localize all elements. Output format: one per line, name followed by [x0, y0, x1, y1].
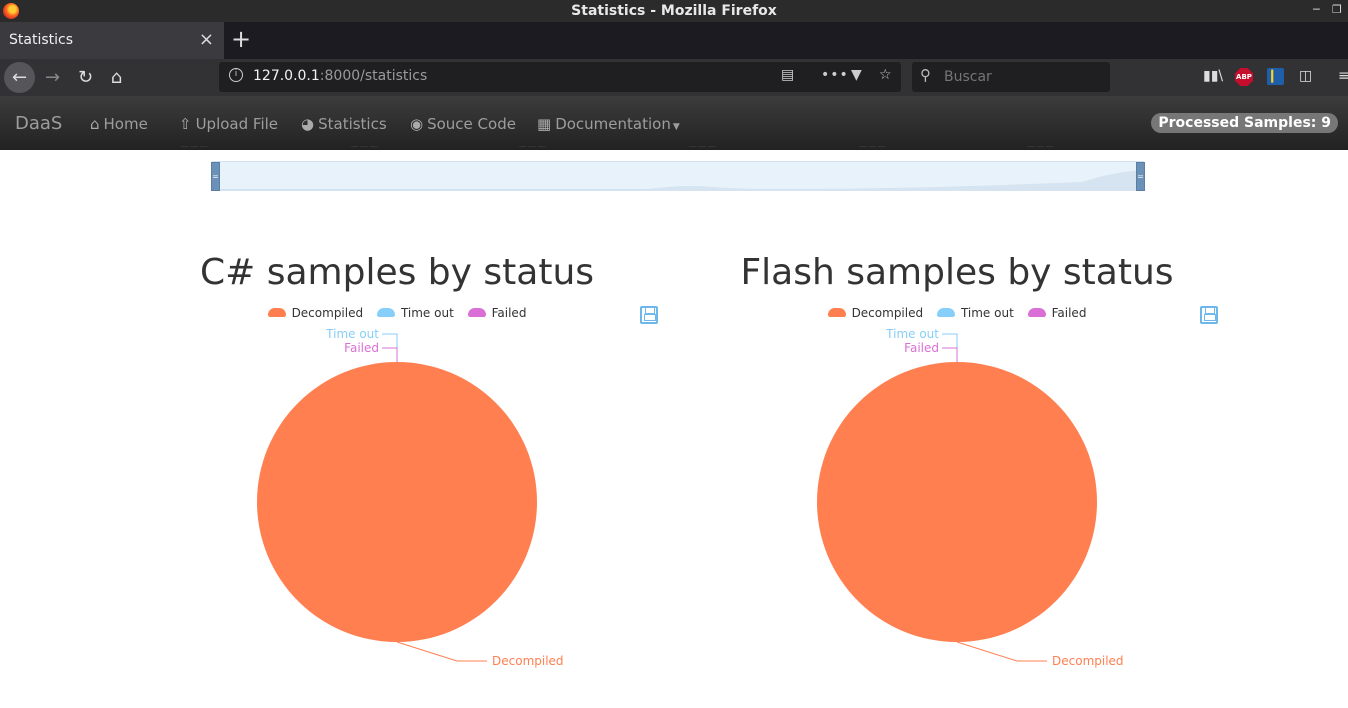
pie-label-failed: Failed [904, 341, 939, 355]
save-image-icon[interactable] [1200, 306, 1218, 324]
book-icon: ▦ [537, 115, 552, 133]
pie-label-decompiled: Decompiled [1052, 654, 1124, 668]
nav-home[interactable]: ⌂ Home [90, 115, 148, 133]
back-button[interactable]: ← [4, 62, 35, 93]
search-bar[interactable]: ⚲ [912, 62, 1110, 92]
adblock-plus-icon[interactable]: ABP [1235, 68, 1253, 86]
zoom-preview-area [212, 170, 1144, 191]
page-actions-icon[interactable]: ••• [821, 67, 849, 83]
nav-upload-file[interactable]: ⇧ Upload File [179, 115, 278, 133]
csharp-status-chart: Decompiled Time out Failed C# samples by s… [117, 240, 677, 690]
pie-slice-decompiled[interactable] [817, 362, 1097, 642]
legend-item-failed[interactable]: Failed [467, 306, 526, 320]
search-icon: ⚲ [920, 66, 931, 84]
brand-link[interactable]: DaaS [15, 113, 62, 134]
restore-icon[interactable]: ❐ [1332, 3, 1342, 16]
timeline-axis-labels: ▬▬▬ ▬▬▬ ▬▬▬ ▬▬▬ ▬▬▬ ▬▬▬ [180, 146, 1100, 152]
pie-label-decompiled: Decompiled [492, 654, 564, 668]
home-icon: ⌂ [90, 115, 100, 133]
window-title: Statistics - Mozilla Firefox [571, 3, 777, 19]
library-icon[interactable]: ▮▮\ [1203, 68, 1223, 84]
processed-samples-badge: Processed Samples: 9 [1151, 113, 1338, 133]
legend-item-failed[interactable]: Failed [1027, 306, 1086, 320]
upload-icon: ⇧ [179, 115, 192, 133]
pie-label-time-out: Time out [885, 327, 939, 341]
window-title-bar: Statistics - Mozilla Firefox ─ ❐ [0, 0, 1348, 22]
save-image-icon[interactable] [640, 306, 658, 324]
legend-item-decompiled[interactable]: Decompiled [827, 306, 923, 320]
pocket-icon[interactable]: ▼ [851, 67, 862, 83]
close-tab-icon[interactable]: × [199, 29, 214, 50]
site-info-icon[interactable]: i [229, 68, 243, 82]
forward-button[interactable]: → [37, 62, 68, 93]
leader-line-failed [942, 347, 958, 362]
nav-statistics[interactable]: ◕ Statistics [301, 115, 387, 133]
chart-legend: Decompiled Time out Failed [677, 306, 1237, 320]
leader-line-decompiled [956, 641, 1047, 662]
github-icon: ◉ [410, 115, 424, 133]
flash-status-chart: Decompiled Time out Failed Flash samples b… [677, 240, 1237, 690]
tab-label: Statistics [9, 32, 73, 48]
url-bar[interactable]: i 127.0.0.1:8000/statistics ▤ ••• ▼ ☆ [219, 62, 901, 92]
chart-legend: Decompiled Time out Failed [117, 306, 677, 320]
zoom-right-handle[interactable]: = [1136, 162, 1145, 191]
pie-slice-decompiled[interactable] [257, 362, 537, 642]
pie-label-failed: Failed [344, 341, 379, 355]
legend-item-time-out[interactable]: Time out [936, 306, 1014, 320]
nav-documentation[interactable]: ▦ Documentation ▼ [537, 115, 680, 133]
zoom-left-handle[interactable]: = [211, 162, 220, 191]
app-navbar: DaaS ⌂ Home ⇧ Upload File ◕ Statistics ◉ Sou… [0, 96, 1348, 150]
tab-statistics[interactable]: Statistics × [0, 22, 224, 59]
chart-title: Flash samples by status [740, 252, 1174, 293]
new-tab-button[interactable]: + [231, 25, 251, 53]
sidebar-icon[interactable]: ◫ [1299, 68, 1312, 84]
legend-item-time-out[interactable]: Time out [376, 306, 454, 320]
search-input[interactable] [942, 66, 1102, 88]
bookmark-star-icon[interactable]: ☆ [879, 67, 892, 83]
home-button[interactable]: ⌂ [101, 62, 132, 93]
legend-item-decompiled[interactable]: Decompiled [267, 306, 363, 320]
extension-chart-icon[interactable]: ▎ [1267, 68, 1284, 85]
chart-title: C# samples by status [199, 252, 595, 293]
caret-down-icon: ▼ [672, 122, 680, 132]
timeline-zoom-slider[interactable]: = = [211, 161, 1145, 191]
pie-label-time-out: Time out [325, 327, 379, 341]
url-text[interactable]: 127.0.0.1:8000/statistics [253, 68, 427, 84]
tab-strip: Statistics × + [0, 22, 1348, 59]
leader-line-decompiled [396, 641, 487, 662]
reload-button[interactable]: ↻ [70, 62, 101, 93]
pie-chart-icon: ◕ [301, 115, 315, 133]
leader-line-failed [382, 347, 398, 362]
nav-source-code[interactable]: ◉ Souce Code [410, 115, 516, 133]
navigation-toolbar: ← → ↻ ⌂ i 127.0.0.1:8000/statistics ▤ ••… [0, 59, 1348, 96]
minimize-icon[interactable]: ─ [1313, 3, 1320, 16]
reader-view-icon[interactable]: ▤ [781, 67, 794, 83]
menu-icon[interactable]: ≡ [1338, 68, 1348, 84]
